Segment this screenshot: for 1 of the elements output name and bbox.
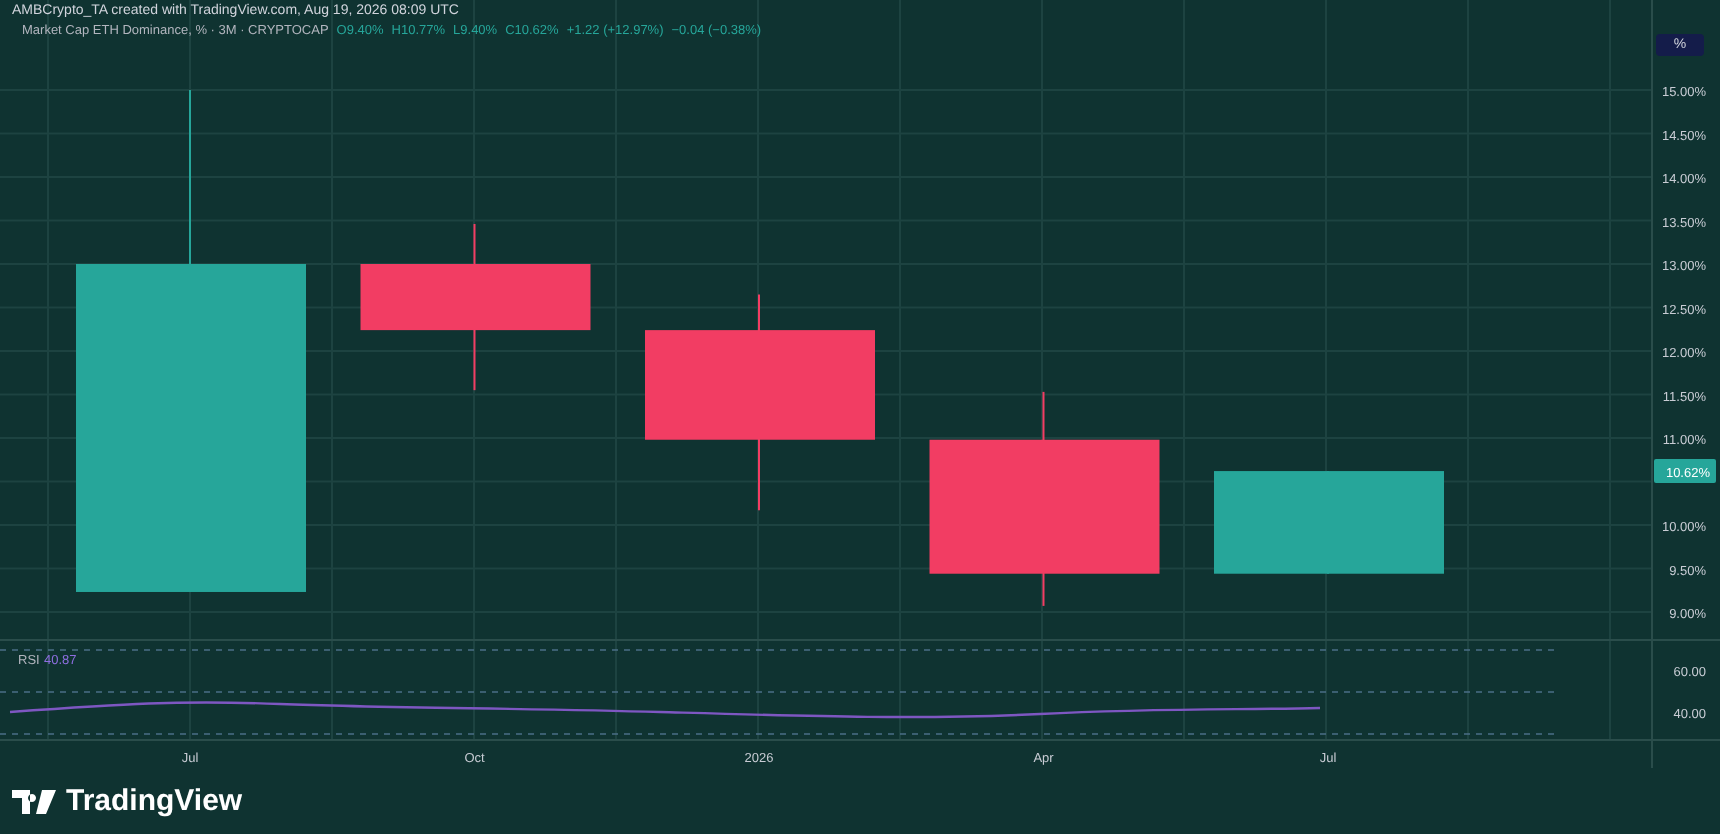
- tradingview-logo: TradingView: [12, 784, 243, 818]
